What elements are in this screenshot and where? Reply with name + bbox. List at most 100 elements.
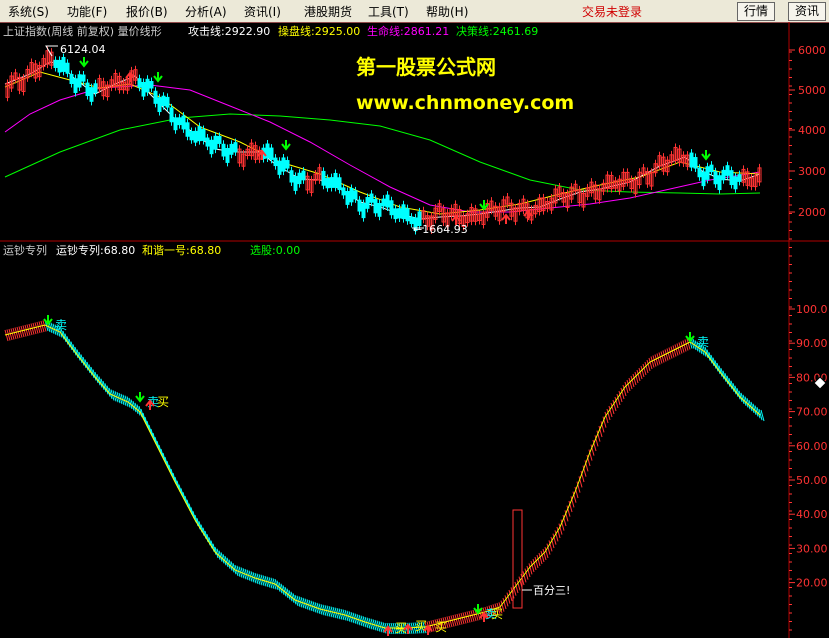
candle-body — [405, 208, 410, 222]
top-tick-label: 2000 — [798, 206, 826, 219]
candle-body — [389, 200, 394, 216]
candle-body — [85, 82, 90, 97]
candle-body — [229, 143, 234, 155]
candle-body — [189, 131, 194, 141]
top-tick-label: 4000 — [798, 124, 826, 137]
sell-arrow-icon — [135, 392, 145, 403]
menu-system[interactable]: 系统(S) — [8, 3, 49, 20]
candle-body — [377, 202, 382, 217]
watermark-title: 第一股票公式网 — [356, 55, 496, 79]
candle-body — [65, 62, 70, 74]
candle-body — [277, 160, 282, 175]
low-price-label: ←1664.93 — [413, 223, 468, 236]
candle-body — [353, 190, 358, 200]
candle-body — [181, 115, 186, 130]
menu-quote[interactable]: 报价(B) — [126, 3, 168, 20]
candle-body — [149, 81, 154, 89]
bottom-tick-label: 90.00 — [796, 337, 828, 350]
candle-body — [193, 130, 198, 143]
sell-label: 卖 — [55, 318, 67, 332]
indicator-value-2: 和谐一号:68.80 — [142, 243, 221, 257]
candle-body — [345, 190, 350, 205]
candle-body — [281, 157, 286, 172]
candle-body — [381, 198, 386, 207]
quote-button[interactable]: 行情 — [737, 2, 776, 21]
candle-body — [325, 178, 330, 189]
candle-body — [301, 170, 306, 181]
indicator-operate-line: 操盘线:2925.00 — [278, 24, 360, 38]
candle-body — [401, 204, 406, 220]
candle-body — [53, 59, 58, 68]
candle-body — [713, 171, 718, 185]
sell-arrow-icon — [701, 150, 711, 161]
top-y-axis: 6000 5000 4000 3000 2000 — [789, 44, 826, 219]
menu-news[interactable]: 资讯(I) — [244, 3, 281, 20]
buy-label: 买 — [491, 607, 503, 621]
menu-function[interactable]: 功能(F) — [67, 3, 107, 20]
candle-body — [369, 193, 374, 203]
candle-body — [77, 74, 82, 88]
buy-label: 买 — [435, 620, 447, 634]
candle-body — [693, 157, 698, 169]
candle-body — [141, 81, 146, 97]
sell-arrow-icon — [43, 315, 53, 326]
candle-body — [81, 74, 86, 82]
candle-body — [145, 78, 150, 93]
sell-arrow-icon — [153, 72, 163, 83]
candle-body — [289, 170, 294, 183]
candle-body — [729, 170, 734, 186]
bottom-tick-label: 50.00 — [796, 474, 828, 487]
candle-body — [165, 96, 170, 108]
menu-bar: 系统(S) 功能(F) 报价(B) 分析(A) 资讯(I) 港股期货 工具(T)… — [0, 0, 829, 23]
candle-body — [69, 73, 74, 84]
candle-body — [361, 203, 366, 219]
indicator-attack-line: 攻击线:2922.90 — [188, 24, 270, 38]
candle-body — [385, 194, 390, 208]
candle-body — [689, 152, 694, 168]
menu-hk-futures[interactable]: 港股期货 — [304, 3, 352, 20]
candle-body — [725, 165, 730, 176]
candle-body — [357, 199, 362, 212]
menu-help[interactable]: 帮助(H) — [426, 3, 468, 20]
candle-body — [137, 78, 142, 88]
signal-labels: 卖卖买卖买买买卖买 — [43, 315, 709, 636]
candle-body — [205, 137, 210, 147]
candle-body — [717, 175, 722, 191]
candle-body — [333, 172, 338, 188]
menu-analysis[interactable]: 分析(A) — [185, 3, 227, 20]
candle-body — [93, 83, 98, 94]
bottom-tick-label: 30.00 — [796, 542, 828, 555]
high-price-label: 6124.04 — [60, 43, 106, 56]
menu-tools[interactable]: 工具(T) — [368, 3, 409, 20]
candle-body — [221, 143, 226, 157]
candle-body — [709, 164, 714, 173]
trade-login-status[interactable]: 交易未登录 — [582, 3, 642, 20]
bottom-tick-label: 100.0 — [796, 303, 828, 316]
candle-body — [61, 56, 66, 72]
bottom-tick-label: 60.00 — [796, 440, 828, 453]
candle-body — [169, 107, 174, 123]
top-tick-label: 5000 — [798, 84, 826, 97]
candle-body — [153, 90, 158, 104]
oscillator-line — [4, 324, 761, 629]
news-button[interactable]: 资讯 — [788, 2, 827, 21]
sell-arrow-icon — [479, 200, 489, 211]
indicator-value-3: 选股:0.00 — [250, 244, 300, 257]
candle-body — [185, 122, 190, 137]
candle-body — [697, 167, 702, 178]
buy-arrow-icon — [523, 209, 533, 220]
watermark-url: www.chnmoney.com — [356, 92, 574, 114]
candle-body — [293, 175, 298, 191]
candle-body — [173, 117, 178, 131]
indicator-life-line: 生命线:2861.21 — [367, 24, 449, 38]
candle-body — [209, 139, 214, 155]
candle-body — [213, 135, 218, 150]
indicator-decision-line: 决策线:2461.69 — [456, 24, 538, 38]
top-tick-label: 6000 — [798, 44, 826, 57]
candle-body — [721, 169, 726, 181]
bottom-tick-label: 20.00 — [796, 577, 828, 590]
bottom-tick-label: 40.00 — [796, 508, 828, 521]
candle-body — [201, 129, 206, 141]
candle-body — [393, 208, 398, 220]
candle-body — [329, 177, 334, 188]
